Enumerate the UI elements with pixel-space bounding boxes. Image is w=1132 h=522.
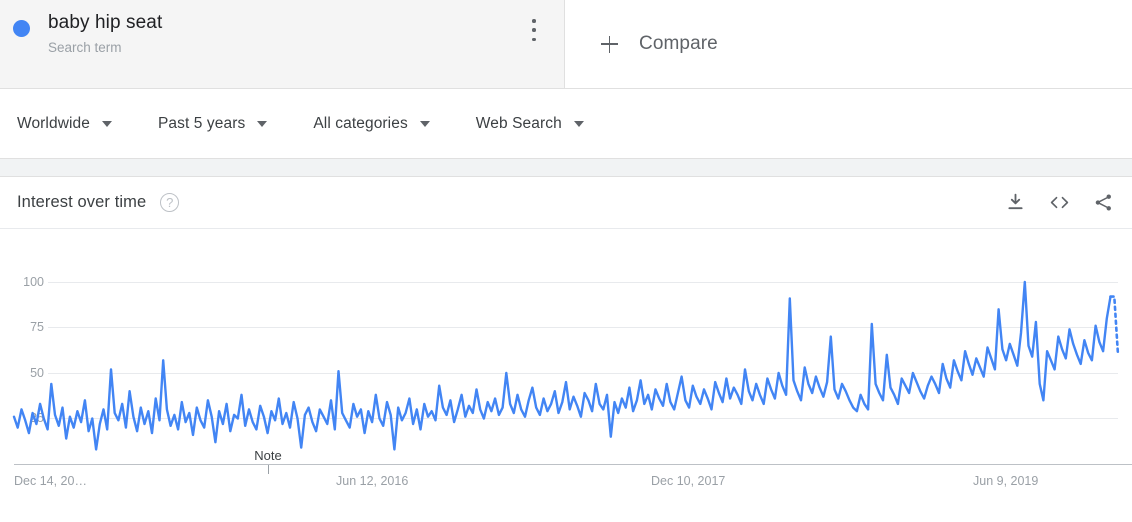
x-tick-2: Dec 10, 2017: [651, 474, 726, 488]
x-tick-3: Jun 9, 2019: [973, 474, 1039, 488]
filter-time-range[interactable]: Past 5 years: [157, 114, 268, 133]
series-color-dot: [13, 20, 30, 37]
chevron-down-icon: [101, 120, 112, 127]
dot: [532, 28, 536, 32]
dot: [532, 19, 536, 23]
card-title: Interest over time: [17, 193, 147, 211]
filter-category[interactable]: All categories: [313, 114, 430, 133]
more-vert-icon[interactable]: [524, 17, 544, 43]
x-tick-1: Jun 12, 2016: [336, 474, 409, 488]
chevron-down-icon: [419, 120, 430, 127]
search-term-panel[interactable]: baby hip seat Search term: [0, 0, 565, 88]
filter-search-type-label: Web Search: [475, 114, 562, 132]
card-actions: [1005, 192, 1114, 213]
section-divider: [0, 159, 1132, 177]
share-icon[interactable]: [1093, 192, 1114, 213]
chevron-down-icon: [573, 120, 584, 127]
filter-location-label: Worldwide: [17, 114, 90, 132]
search-term-text: baby hip seat Search term: [48, 11, 162, 57]
note-annotation-label[interactable]: Note: [254, 448, 281, 463]
filter-category-label: All categories: [313, 114, 408, 132]
interest-over-time-card: Interest over time ? 100 75 50 25 Note D…: [0, 177, 1132, 522]
filter-search-type[interactable]: Web Search: [476, 115, 584, 133]
dot: [532, 37, 536, 41]
download-icon[interactable]: [1005, 192, 1026, 213]
help-circle-icon[interactable]: ?: [160, 193, 180, 212]
plus-icon: [601, 35, 618, 53]
embed-icon[interactable]: [1048, 192, 1071, 213]
filter-time-range-label: Past 5 years: [157, 114, 246, 132]
search-term-subtitle: Search term: [48, 40, 122, 55]
filter-bar: Worldwide Past 5 years All categories We…: [0, 89, 1132, 159]
chart-plot-area[interactable]: 100 75 50 25 Note Dec 14, 20… Jun 12, 20…: [0, 229, 1132, 522]
trend-line: [12, 280, 1120, 451]
card-header: Interest over time ?: [0, 177, 1132, 229]
filter-location[interactable]: Worldwide: [17, 115, 112, 133]
x-axis-line: [14, 464, 1132, 465]
chevron-down-icon: [257, 120, 268, 127]
compare-label: Compare: [639, 33, 718, 54]
search-term-title: baby hip seat: [48, 12, 163, 33]
compare-button[interactable]: Compare: [565, 0, 1132, 88]
search-term-bar: baby hip seat Search term Compare: [0, 0, 1132, 89]
note-annotation-tick: [268, 465, 269, 474]
x-tick-0: Dec 14, 20…: [14, 474, 87, 488]
